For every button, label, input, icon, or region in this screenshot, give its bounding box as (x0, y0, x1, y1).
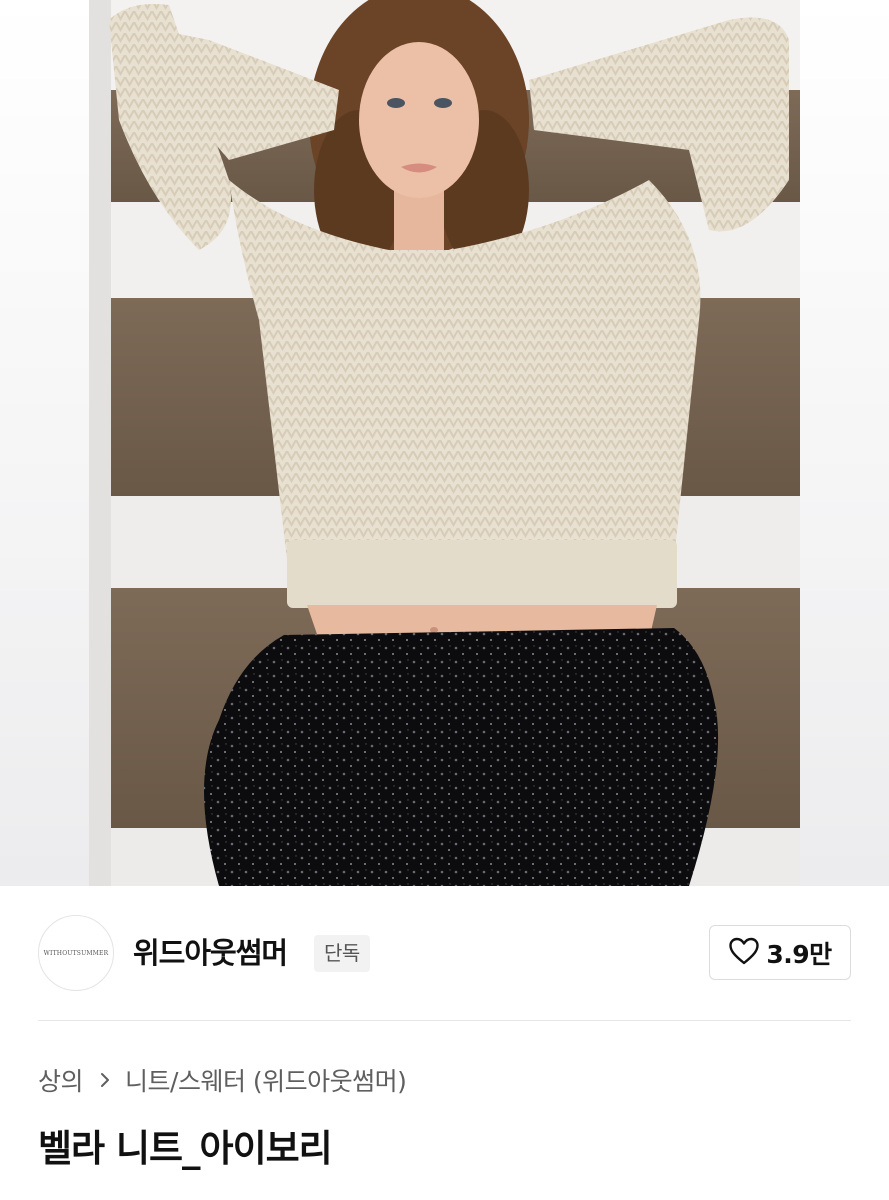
heart-icon (728, 936, 760, 970)
breadcrumb-category[interactable]: 상의 (38, 1062, 84, 1098)
breadcrumb-subcategory[interactable]: 니트/스웨터 (위드아웃썸머) (125, 1062, 407, 1098)
brand-logo[interactable]: WITHOUTSUMMER (38, 915, 114, 991)
brand-name[interactable]: 위드아웃썸머 (133, 933, 288, 973)
divider (38, 1020, 851, 1021)
like-count: 3.9만 (766, 939, 832, 969)
product-image-area (0, 0, 889, 886)
brand-row: WITHOUTSUMMER 위드아웃썸머 단독 3.9만 (38, 915, 851, 991)
product-photo-illustration (89, 0, 800, 886)
exclusive-badge: 단독 (314, 935, 370, 972)
like-button[interactable]: 3.9만 (709, 925, 851, 980)
brand-logo-text: WITHOUTSUMMER (43, 949, 109, 957)
chevron-right-icon (99, 1071, 111, 1089)
product-photo[interactable] (89, 0, 800, 886)
product-title: 벨라 니트_아이보리 (38, 1127, 333, 1170)
breadcrumb: 상의 니트/스웨터 (위드아웃썸머) (38, 1062, 407, 1098)
